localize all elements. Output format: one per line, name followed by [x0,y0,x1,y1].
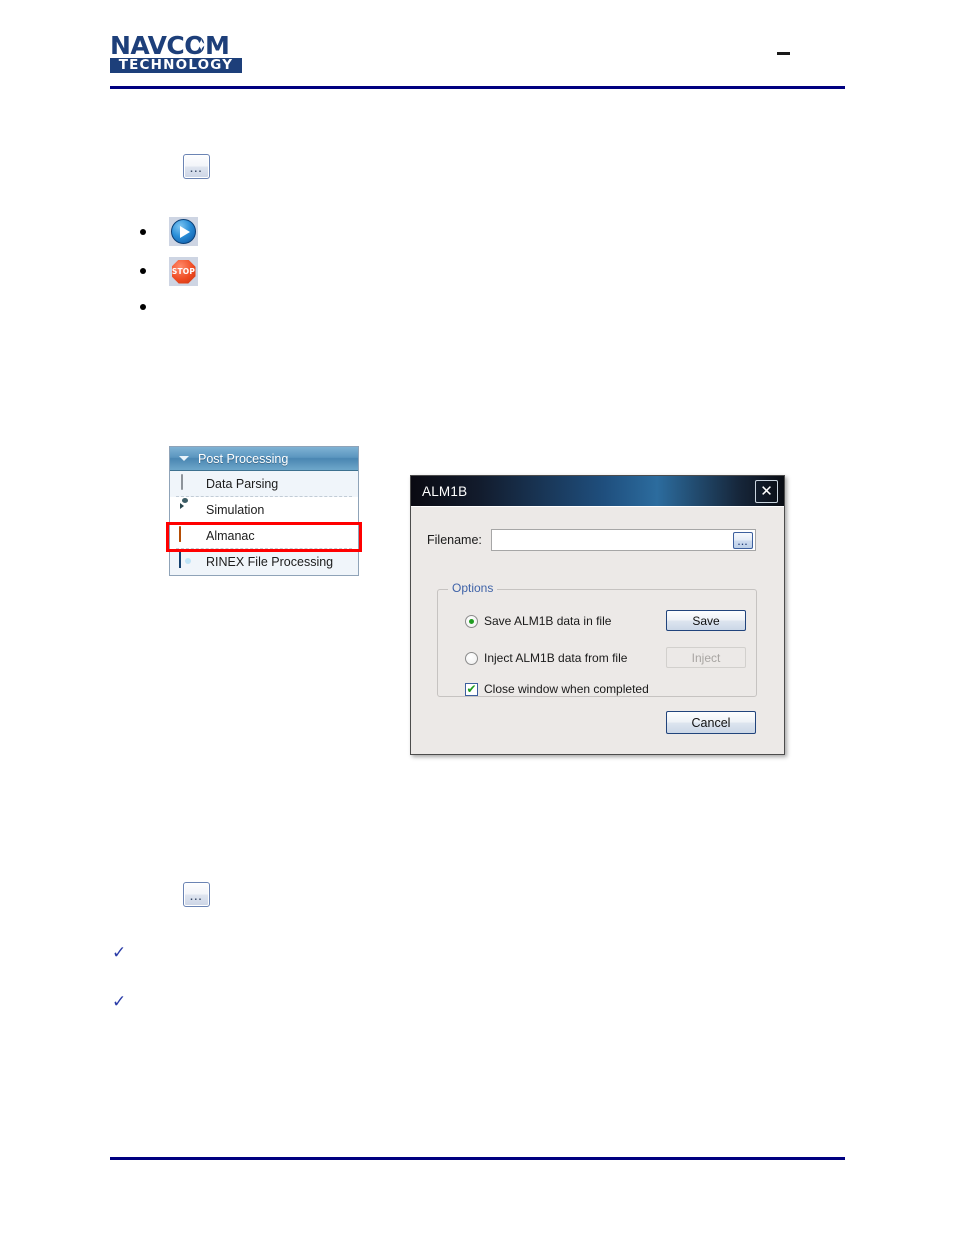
cancel-button-label: Cancel [691,715,731,730]
options-groupbox: Options Save ALM1B data in file Save Inj… [437,581,757,697]
check-icon: ✔ [466,681,477,696]
bullet-point [140,229,146,235]
bullet-point [140,268,146,274]
sidebar-item-almanac[interactable]: Almanac [170,523,358,549]
filename-input[interactable] [492,531,730,549]
dialog-title: ALM1B [422,483,468,499]
post-processing-header[interactable]: Post Processing [170,447,358,471]
sidebar-item-data-parsing[interactable]: Data Parsing [170,471,358,497]
close-icon[interactable]: ✕ [755,480,778,503]
sidebar-item-label: Simulation [206,503,265,517]
book-icon [179,526,197,545]
post-processing-panel: Post Processing Data Parsing Simulation … [169,446,359,576]
sidebar-item-rinex-file-processing[interactable]: RINEX File Processing [170,549,358,575]
post-processing-header-label: Post Processing [198,451,289,466]
close-when-completed-row[interactable]: ✔ Close window when completed [465,682,649,696]
browse-button[interactable]: ... [733,532,753,549]
page-header: NAVCOM ✦ TECHNOLOGY [0,0,954,95]
alm1b-dialog: ALM1B ✕ Filename: ... Options Save ALM1B… [410,475,785,755]
ellipsis-browse-button-figure-bottom[interactable]: ... [183,882,210,907]
close-when-completed-label: Close window when completed [484,682,649,696]
logo-secondary-label: TECHNOLOGY [110,58,242,73]
gear-icon [179,553,197,571]
ellipsis-browse-button-figure-top[interactable]: ... [183,154,210,179]
navcom-logo: NAVCOM ✦ TECHNOLOGY [110,33,242,73]
checkbox-close-when-completed[interactable]: ✔ [465,681,478,696]
stop-button-figure[interactable]: STOP [169,257,198,286]
header-rule [110,86,845,89]
sidebar-item-label: Almanac [206,529,255,543]
logo-primary-label: NAVCOM [110,31,230,60]
stop-icon: STOP [171,259,196,284]
inject-button: Inject [666,647,746,668]
radio-save-alm1b[interactable] [465,614,478,628]
filename-row: Filename: ... [427,529,767,551]
dialog-titlebar[interactable]: ALM1B ✕ [411,476,784,506]
ellipsis-icon: ... [190,892,203,903]
chevron-down-icon [179,456,189,461]
sidebar-item-simulation[interactable]: Simulation [170,497,358,523]
sidebar-item-label: Data Parsing [206,477,279,491]
play-triangle-icon [180,225,190,238]
check-bullet-icon: ✓ [112,943,127,963]
save-button[interactable]: Save [666,610,746,631]
filename-label: Filename: [427,533,482,547]
radio-inject-alm1b[interactable] [465,651,478,665]
cube-icon [179,474,197,493]
play-button-figure[interactable] [169,217,198,246]
sidebar-item-label: RINEX File Processing [206,555,334,569]
header-dash-mark [777,52,790,55]
filename-input-wrap[interactable]: ... [491,529,756,551]
save-option-label: Save ALM1B data in file [484,614,612,628]
options-legend: Options [448,581,498,595]
dialog-body: Filename: ... Options Save ALM1B data in… [411,506,784,754]
check-bullet-icon: ✓ [112,992,127,1012]
logo-primary-text: NAVCOM ✦ [110,33,242,58]
footer-rule [110,1157,845,1160]
play-icon [171,219,196,244]
cancel-button[interactable]: Cancel [666,711,756,734]
ellipsis-icon: ... [190,164,203,175]
inject-option-label: Inject ALM1B data from file [484,651,628,665]
camera-icon [179,501,197,519]
ellipsis-icon: ... [737,537,749,547]
inject-button-label: Inject [691,650,721,665]
bullet-point [140,304,146,310]
save-button-label: Save [692,613,720,628]
